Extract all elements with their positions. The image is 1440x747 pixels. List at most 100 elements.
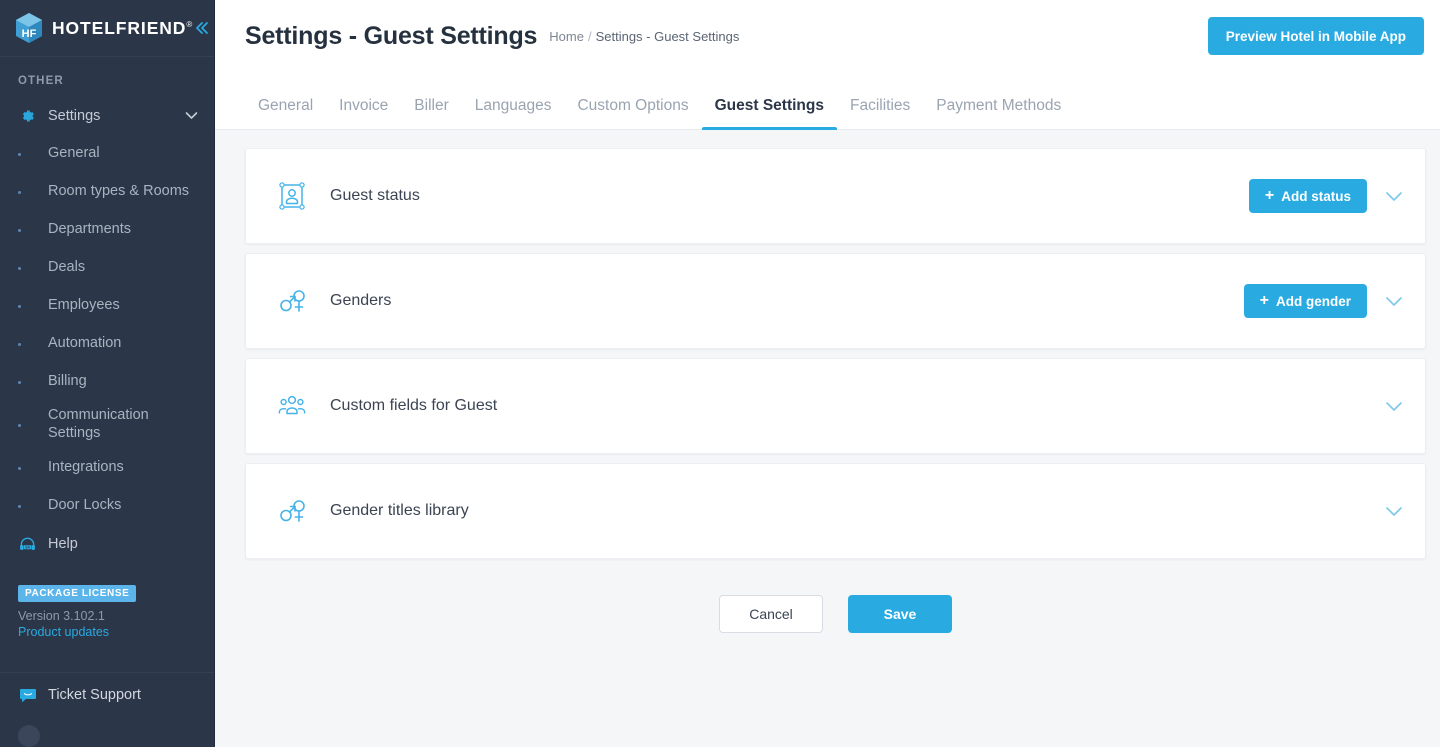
package-license-badge: PACKAGE LICENSE: [18, 585, 137, 602]
breadcrumb: Home / Settings - Guest Settings: [549, 29, 739, 44]
sidebar-footer: Ticket Support: [0, 672, 214, 747]
save-button[interactable]: Save: [848, 595, 952, 633]
sidebar-item-deals[interactable]: Deals: [0, 249, 214, 287]
guest-status-person-frame-icon: [274, 178, 310, 214]
chevron-down-icon[interactable]: [1377, 179, 1411, 213]
sidebar-item-general[interactable]: General: [0, 135, 214, 173]
add-status-label: Add status: [1281, 188, 1351, 204]
brand-name: HOTELFRIEND®: [52, 17, 194, 38]
bullet-dot-icon: [18, 190, 40, 194]
sidebar-nav: OTHER Settings General Room types & Room…: [0, 57, 214, 672]
add-gender-button[interactable]: + Add gender: [1243, 284, 1367, 318]
gear-icon: [18, 106, 40, 126]
sidebar-item-label: Employees: [48, 297, 120, 314]
headset-support-icon: 24: [18, 534, 40, 554]
sidebar-item-label: General: [48, 145, 100, 162]
sidebar-item-integrations[interactable]: Integrations: [0, 449, 214, 487]
sidebar-item-billing[interactable]: Billing: [0, 363, 214, 401]
gender-symbols-icon: [274, 493, 310, 529]
card-gender-titles-library[interactable]: Gender titles library: [245, 463, 1426, 559]
sidebar-item-ticket-support[interactable]: Ticket Support: [0, 673, 214, 717]
bullet-dot-icon: [18, 152, 40, 156]
sidebar-item-label: Deals: [48, 259, 86, 276]
breadcrumb-separator: /: [587, 28, 592, 44]
tab-general[interactable]: General: [245, 97, 326, 129]
brand-trademark: ®: [186, 19, 194, 29]
sidebar-item-room-types-rooms[interactable]: Room types & Rooms: [0, 173, 214, 211]
card-title: Genders: [330, 292, 392, 309]
add-gender-label: Add gender: [1275, 293, 1351, 309]
sidebar-item-automation[interactable]: Automation: [0, 325, 214, 363]
sidebar-item-label: Ticket Support: [48, 687, 141, 703]
bullet-dot-icon: [18, 228, 40, 232]
sidebar-item-label: Departments: [48, 221, 132, 238]
tab-payment-methods[interactable]: Payment Methods: [923, 97, 1074, 129]
sidebar-item-employees[interactable]: Employees: [0, 287, 214, 325]
sidebar-item-label: Communication Settings: [48, 407, 149, 441]
card-actions: [1367, 389, 1411, 423]
card-guest-status[interactable]: Guest status + Add status: [245, 148, 1426, 244]
svg-text:HF: HF: [22, 28, 37, 40]
sidebar-item-settings[interactable]: Settings: [0, 97, 214, 135]
chevron-down-icon[interactable]: [1377, 284, 1411, 318]
hotelfriend-cube-logo-icon: HF: [14, 12, 44, 44]
bullet-dot-icon: [18, 423, 40, 427]
chevron-down-icon[interactable]: [1377, 494, 1411, 528]
license-block: PACKAGE LICENSE Version 3.102.1 Product …: [0, 563, 214, 639]
bullet-dot-icon: [18, 342, 40, 346]
guest-settings-panel: Guest status + Add status Genders + Add …: [215, 130, 1440, 633]
sidebar: HF HOTELFRIEND® OTHER Settings General R…: [0, 0, 215, 747]
add-status-button[interactable]: + Add status: [1248, 179, 1367, 213]
card-custom-fields-for-guest[interactable]: Custom fields for Guest: [245, 358, 1426, 454]
cancel-button[interactable]: Cancel: [719, 595, 823, 633]
bullet-dot-icon: [18, 380, 40, 384]
tab-facilities[interactable]: Facilities: [837, 97, 923, 129]
bullet-dot-icon: [18, 304, 40, 308]
card-title: Custom fields for Guest: [330, 397, 498, 414]
people-group-icon: [274, 388, 310, 424]
bullet-dot-icon: [18, 266, 40, 270]
sidebar-item-label: Door Locks: [48, 497, 122, 514]
avatar[interactable]: [18, 725, 40, 747]
card-genders[interactable]: Genders + Add gender: [245, 253, 1426, 349]
chevron-down-icon[interactable]: [185, 108, 198, 124]
tab-custom-options[interactable]: Custom Options: [564, 97, 701, 129]
sidebar-item-label: Settings: [48, 108, 101, 124]
breadcrumb-home[interactable]: Home: [549, 29, 584, 44]
app-root: HF HOTELFRIEND® OTHER Settings General R…: [0, 0, 1440, 747]
chevron-down-icon[interactable]: [1377, 389, 1411, 423]
gender-symbols-icon: [274, 283, 310, 319]
breadcrumb-current: Settings - Guest Settings: [595, 28, 740, 44]
double-chevron-left-icon[interactable]: [193, 18, 211, 38]
version-text: Version 3.102.1: [18, 609, 105, 623]
sidebar-item-help[interactable]: 24 Help: [0, 525, 214, 563]
tab-invoice[interactable]: Invoice: [326, 97, 401, 129]
sidebar-item-door-locks[interactable]: Door Locks: [0, 487, 214, 525]
bullet-dot-icon: [18, 466, 40, 470]
card-actions: [1367, 494, 1411, 528]
sidebar-item-label: Help: [48, 536, 78, 552]
card-title: Gender titles library: [330, 502, 469, 519]
sidebar-item-label: Integrations: [48, 459, 124, 476]
topbar: Settings - Guest Settings Home / Settings …: [215, 0, 1440, 72]
sidebar-section-label: OTHER: [18, 75, 64, 87]
card-title: Guest status: [330, 187, 420, 204]
chat-bubble-icon: [18, 685, 40, 705]
sidebar-item-communication-settings[interactable]: Communication Settings: [0, 401, 214, 449]
sidebar-item-label: Automation: [48, 335, 122, 352]
tab-languages[interactable]: Languages: [462, 97, 565, 129]
sidebar-item-label: Billing: [48, 373, 87, 390]
card-actions: + Add status: [1248, 179, 1411, 213]
tab-guest-settings[interactable]: Guest Settings: [701, 97, 838, 130]
form-actions: Cancel Save: [245, 595, 1426, 633]
sidebar-item-departments[interactable]: Departments: [0, 211, 214, 249]
plus-icon: +: [1259, 292, 1269, 309]
settings-tabbar: General Invoice Biller Languages Custom …: [215, 72, 1440, 130]
main-content: Settings - Guest Settings Home / Settings …: [215, 0, 1440, 747]
sidebar-item-label: Room types & Rooms: [48, 183, 190, 200]
bullet-dot-icon: [18, 504, 40, 508]
page-title: Settings - Guest Settings: [245, 21, 538, 50]
preview-hotel-in-mobile-app-button[interactable]: Preview Hotel in Mobile App: [1207, 17, 1424, 55]
tab-biller[interactable]: Biller: [401, 97, 461, 129]
product-updates-link[interactable]: Product updates: [18, 625, 214, 639]
